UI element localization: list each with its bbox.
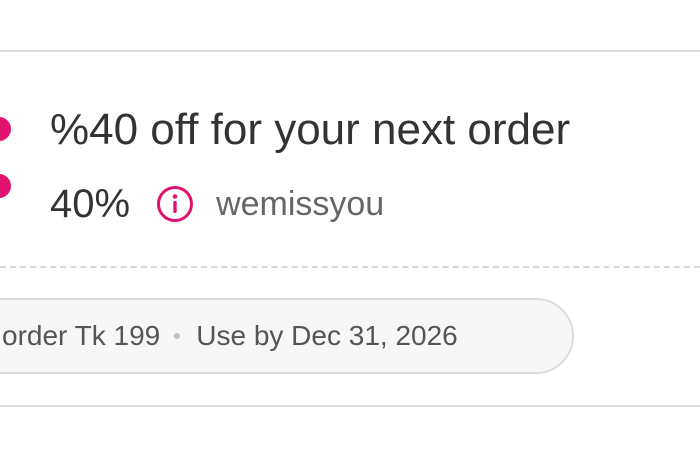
info-icon[interactable]	[156, 185, 194, 223]
voucher-bullet	[0, 174, 11, 198]
promo-code: wemissyou	[216, 185, 385, 223]
bottom-divider	[0, 405, 700, 407]
dashed-divider	[0, 266, 700, 268]
voucher-page: %40 off for your next order 40% wemissyo…	[0, 0, 700, 450]
voucher-bullet	[0, 117, 11, 141]
min-order-text: order Tk 199	[2, 320, 161, 351]
voucher-meta: 40% wemissyou	[50, 178, 384, 230]
voucher-conditions: order Tk 199 Use by Dec 31, 2026	[0, 298, 574, 374]
expiry-text: Use by Dec 31, 2026	[196, 320, 458, 351]
separator-dot	[174, 333, 181, 339]
top-divider	[0, 50, 700, 52]
discount-value: 40%	[50, 182, 131, 226]
voucher-title: %40 off for your next order	[50, 105, 571, 154]
